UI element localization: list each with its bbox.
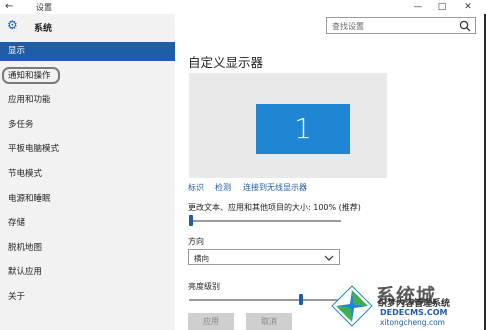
sidebar-item-battery-saver[interactable]: 节电模式: [0, 165, 175, 184]
back-arrow-icon[interactable]: ←: [5, 1, 17, 13]
sidebar-item-default-apps[interactable]: 默认应用: [0, 263, 175, 282]
gear-icon: ⚙: [7, 18, 18, 32]
sidebar-item-offline-maps[interactable]: 脱机地图: [0, 239, 175, 258]
page-title: 自定义显示器: [188, 55, 264, 70]
watermark-domain: DEDECMS.COM: [380, 308, 448, 317]
sidebar-header-label: 系统: [34, 24, 53, 34]
apply-button[interactable]: 应用: [188, 313, 234, 330]
brightness-slider-track[interactable]: [189, 299, 339, 301]
chevron-down-icon: [324, 255, 334, 261]
sidebar-header: ⚙ 系统: [0, 14, 175, 40]
orientation-value: 横向: [194, 254, 209, 263]
sidebar: ⚙ 系统 显示 通知和操作 应用和功能 多任务 平板电脑模式 节电模式 电源和睡眠 存储 脱机地…: [0, 14, 175, 330]
brightness-label: 亮度级别: [188, 282, 220, 291]
search-box[interactable]: [326, 17, 476, 34]
scale-slider-thumb[interactable]: [189, 215, 193, 226]
connect-wireless-link[interactable]: 连接到无线显示器: [243, 182, 307, 193]
detect-link[interactable]: 检测: [215, 182, 231, 193]
orientation-dropdown[interactable]: 横向: [188, 249, 340, 265]
scale-slider-track[interactable]: [189, 220, 341, 222]
sidebar-item-multitasking[interactable]: 多任务: [0, 116, 175, 135]
search-input[interactable]: [332, 20, 452, 32]
watermark-domain-alt: xitongcheng.com: [380, 318, 445, 327]
window-title: 设置: [36, 3, 52, 12]
sidebar-item-apps[interactable]: 应用和功能: [0, 91, 175, 110]
cancel-button[interactable]: 取消: [246, 313, 292, 330]
sidebar-item-display[interactable]: 显示: [0, 42, 175, 61]
sidebar-item-storage[interactable]: 存储: [0, 214, 175, 233]
search-icon[interactable]: [459, 20, 471, 32]
sidebar-item-power-sleep[interactable]: 电源和睡眠: [0, 190, 175, 209]
scale-label: 更改文本、应用和其他项目的大小: 100% (推荐): [188, 203, 361, 212]
maximize-button[interactable]: □: [430, 0, 454, 14]
title-bar: ← 设置 — □ ✕: [0, 0, 486, 14]
sidebar-item-tablet-mode[interactable]: 平板电脑模式: [0, 140, 175, 159]
orientation-label: 方向: [188, 237, 204, 246]
identify-link[interactable]: 标识: [188, 182, 204, 193]
close-button[interactable]: ✕: [456, 0, 480, 14]
highlight-circle: [2, 67, 60, 84]
brightness-slider-thumb[interactable]: [298, 294, 303, 305]
sidebar-item-about[interactable]: 关于: [0, 288, 175, 307]
monitor-tile[interactable]: 1: [256, 104, 350, 154]
watermark-logo: [331, 285, 373, 327]
minimize-button[interactable]: —: [406, 0, 430, 14]
